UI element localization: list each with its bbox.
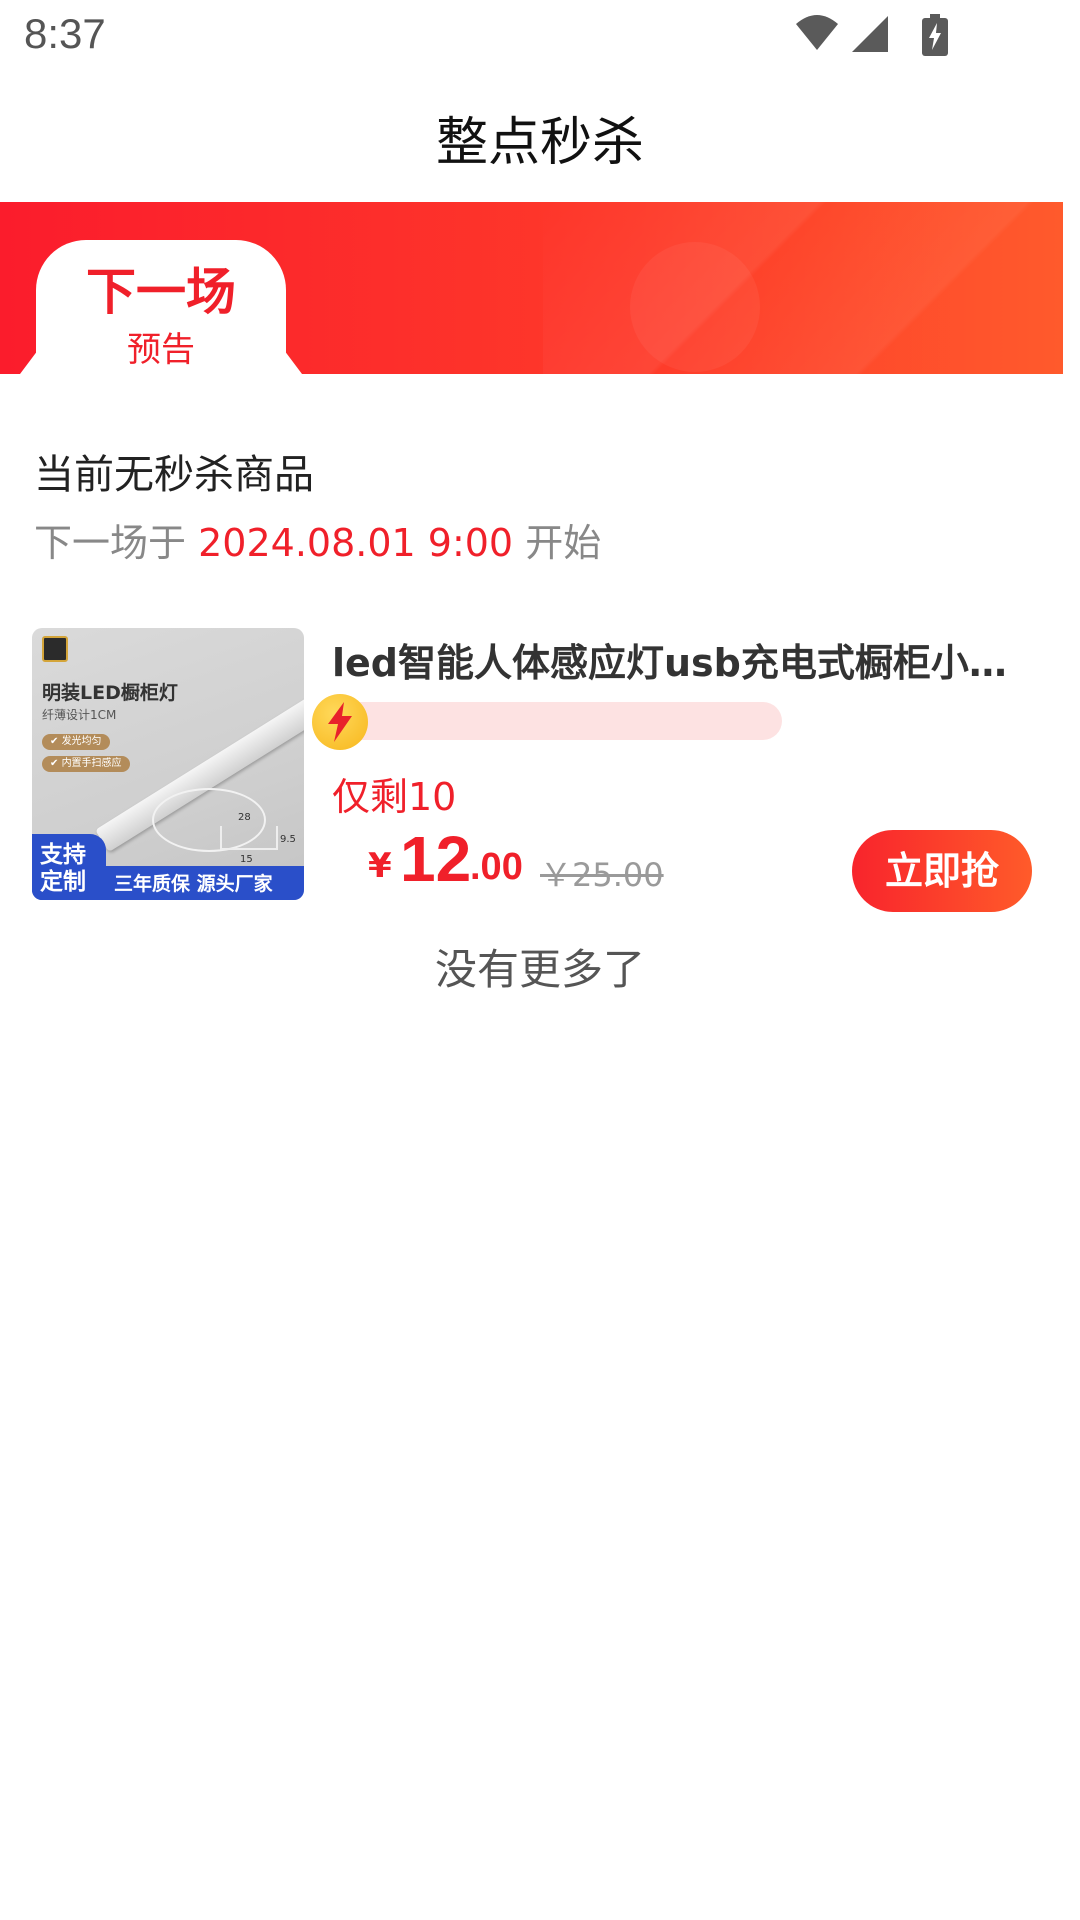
next-session-info: 下一场于 2024.08.01 9:00 开始 (34, 512, 601, 567)
wifi-icon (794, 14, 840, 56)
product-image[interactable]: 明装LED橱柜灯 纤薄设计1CM ✔ 发光均匀 ✔ 内置手扫感应 28 9.5 … (32, 628, 304, 900)
image-badge: 支持定制 (32, 834, 106, 900)
next-session-prefix: 下一场于 (34, 521, 187, 565)
lightning-icon (312, 694, 368, 750)
original-price: ￥25.00 (540, 856, 664, 894)
image-subtitle: 纤薄设计1CM (42, 708, 117, 722)
empty-notice-title: 当前无秒杀商品 (34, 452, 314, 498)
dimension-label: 28 (238, 812, 251, 823)
header: 整点秒杀 (0, 72, 1080, 202)
dimension-label: 15 (240, 854, 253, 865)
tab-title: 下一场 (86, 263, 236, 321)
image-badge-text: 支持定制 (40, 842, 86, 895)
tab-next-session[interactable]: 下一场 预告 (36, 240, 286, 374)
dimension-label: 9.5 (280, 834, 296, 845)
tab-subtitle: 预告 (127, 330, 195, 370)
flash-sale-page: 8:37 整点秒杀 下一场 预告 当前无秒杀商品 下一场于 2024.08.01… (0, 0, 1080, 1920)
price-currency: ¥ (368, 846, 392, 886)
status-time: 8:37 (24, 10, 106, 57)
profile-illustration (220, 826, 278, 850)
stock-remaining: 仅剩10 (332, 775, 457, 819)
banner-decoration (543, 202, 1063, 374)
image-tag-label: 发光均匀 (61, 736, 102, 747)
session-banner: 下一场 预告 (0, 202, 1063, 374)
price-decimal: .00 (470, 846, 523, 888)
product-title[interactable]: led智能人体感应灯usb充电式橱柜小夜灯 (332, 632, 1032, 687)
image-tag: ✔ 发光均匀 (42, 734, 110, 750)
status-bar: 8:37 (0, 0, 1080, 72)
image-title: 明装LED橱柜灯 (42, 682, 178, 704)
stock-progress-bar (328, 702, 782, 740)
price-integer: 12 (400, 823, 472, 895)
page-title: 整点秒杀 (435, 113, 644, 173)
buy-now-button[interactable]: 立即抢 (852, 830, 1032, 912)
image-tag: ✔ 内置手扫感应 (42, 756, 130, 772)
image-tag-label: 内置手扫感应 (61, 758, 122, 769)
brand-logo-icon (42, 636, 68, 662)
next-session-suffix: 开始 (525, 521, 602, 565)
signal-icon (850, 14, 890, 58)
no-more-text: 没有更多了 (434, 945, 645, 994)
battery-charging-icon (922, 14, 948, 60)
next-session-time: 2024.08.01 9:00 (198, 521, 514, 565)
image-footer-text: 三年质保 源头厂家 (114, 873, 273, 895)
product-card[interactable]: 明装LED橱柜灯 纤薄设计1CM ✔ 发光均匀 ✔ 内置手扫感应 28 9.5 … (32, 628, 1042, 912)
banner-decoration (630, 242, 760, 372)
